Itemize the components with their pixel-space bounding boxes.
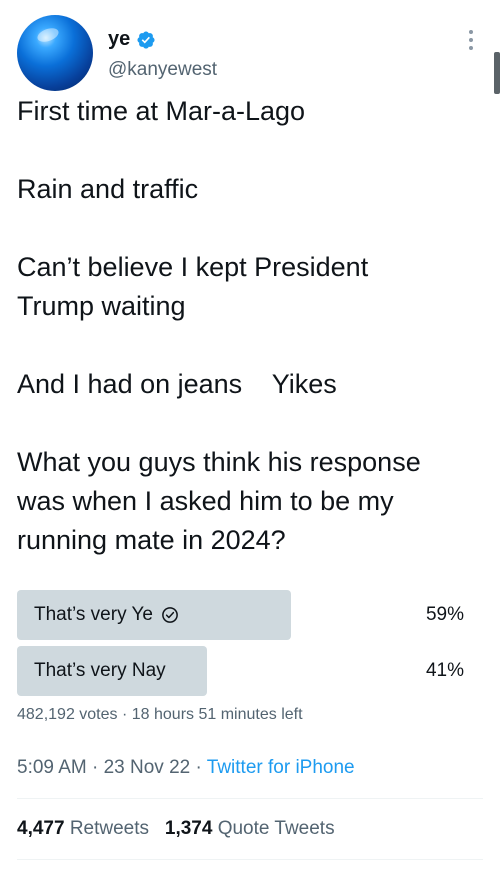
tweet-text-line: Can’t believe I kept President [17,252,369,282]
poll-option-label: That’s very Nay [34,660,166,681]
retweets-label: Retweets [69,818,150,839]
author-name-row[interactable]: ye [108,28,156,51]
poll: That’s very Ye 59% That’s very Nay 41% [17,590,483,702]
poll-option-percent: 59% [425,604,464,625]
poll-time-left: 18 hours 51 minutes left [131,706,303,723]
poll-option-nay: That’s very Nay 41% [17,646,483,696]
divider [17,798,483,799]
divider [17,859,483,860]
timestamp-separator: · [195,757,202,778]
tweet-text-line: running mate in 2024? [17,525,286,555]
tweet-date[interactable]: 23 Nov 22 [104,757,191,778]
tweet-text-line: First time at Mar-a-Lago [17,96,306,126]
avatar-highlight [35,25,61,45]
tweet-text-line: was when I asked him to be my [17,486,394,516]
tweet-stats-row: 4,477 Retweets 1,374 Quote Tweets [17,818,335,840]
tweet-source-link[interactable]: Twitter for iPhone [207,757,355,778]
poll-meta-separator: · [121,706,128,723]
quote-tweets-stat[interactable]: 1,374 Quote Tweets [165,818,335,839]
avatar[interactable] [17,15,93,91]
poll-option-label-row: That’s very Ye [34,590,179,640]
tweet-text-line: Trump waiting [17,291,186,321]
tweet-time[interactable]: 5:09 AM [17,757,87,778]
tweet-text-line [17,404,482,443]
timestamp-separator: · [92,757,99,778]
tweet-text-line [17,209,482,248]
tweet-text: First time at Mar-a-Lago Rain and traffi… [17,92,482,560]
tweet-text-line [17,326,482,365]
more-options-icon[interactable] [461,28,481,52]
tweet-text-line: What you guys think his response [17,447,421,477]
tweet-text-line: And I had on jeans Yikes [17,369,337,399]
retweets-stat[interactable]: 4,477 Retweets [17,818,149,839]
poll-meta: 482,192 votes · 18 hours 51 minutes left [17,706,303,724]
tweet-timestamp-row: 5:09 AM · 23 Nov 22 · Twitter for iPhone [17,757,355,779]
scrollbar-thumb[interactable] [494,52,500,94]
poll-option-label-row: That’s very Nay [34,646,166,696]
poll-option-ye: That’s very Ye 59% [17,590,483,640]
author-handle[interactable]: @kanyewest [108,59,217,81]
poll-votes: 482,192 votes [17,706,118,723]
selected-check-icon [162,607,178,623]
poll-option-label: That’s very Ye [34,604,154,625]
tweet-text-line [17,131,482,170]
quote-tweets-label: Quote Tweets [217,818,335,839]
verified-badge-icon [137,30,155,49]
poll-option-percent: 41% [425,660,464,681]
tweet-text-line: Rain and traffic [17,174,199,204]
display-name[interactable]: ye [108,28,130,51]
quote-tweets-count: 1,374 [164,818,213,839]
retweets-count: 4,477 [17,818,65,839]
